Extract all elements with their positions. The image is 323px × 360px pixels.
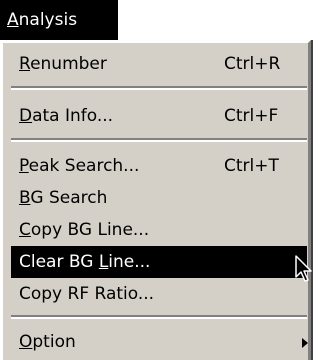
accel-letter: D bbox=[19, 106, 33, 126]
menu-item-label: ata Info... bbox=[32, 106, 114, 126]
menu-item-renumber[interactable]: Renumber Ctrl+R bbox=[11, 48, 307, 80]
menu-item-shortcut: Ctrl+R bbox=[224, 54, 281, 74]
accel-letter: C bbox=[19, 220, 31, 240]
menu-item-label: enumber bbox=[30, 54, 107, 74]
menu-item-data-info[interactable]: Data Info... Ctrl+F bbox=[11, 100, 307, 132]
menu-title-rest: nalysis bbox=[18, 10, 78, 30]
submenu-arrow-icon bbox=[302, 338, 308, 348]
menu-item-label: ine... bbox=[108, 252, 151, 272]
accel-letter: R bbox=[19, 54, 31, 74]
analysis-dropdown-menu: Renumber Ctrl+R Data Info... Ctrl+F Peak… bbox=[0, 40, 311, 360]
menu-item-shortcut: Ctrl+T bbox=[224, 156, 279, 176]
menu-item-label: Copy RF Ratio... bbox=[19, 284, 155, 304]
menu-item-option[interactable]: Option bbox=[11, 326, 308, 358]
menu-item-clear-bg-line[interactable]: Clear BG Line... bbox=[11, 246, 307, 278]
menu-item-label: ption bbox=[32, 332, 76, 352]
menu-separator bbox=[11, 315, 307, 319]
menu-item-copy-rf-ratio[interactable]: Copy RF Ratio... bbox=[11, 278, 307, 310]
accel-letter: O bbox=[19, 332, 33, 352]
menu-item-peak-search[interactable]: Peak Search... Ctrl+T bbox=[11, 150, 307, 182]
menu-item-label-prefix: Clear BG bbox=[19, 252, 99, 272]
menu-item-shortcut: Ctrl+F bbox=[224, 106, 279, 126]
menu-title-accel: A bbox=[7, 10, 19, 30]
menu-item-label: opy BG Line... bbox=[30, 220, 150, 240]
menu-separator bbox=[11, 86, 307, 90]
mouse-pointer-icon bbox=[295, 255, 312, 282]
menu-item-label: eak Search... bbox=[28, 156, 140, 176]
accel-letter: P bbox=[19, 156, 29, 176]
accel-letter: L bbox=[98, 252, 109, 272]
menu-separator bbox=[11, 138, 307, 142]
menu-title-analysis[interactable]: Analysis bbox=[0, 0, 118, 40]
menu-item-copy-bg-line[interactable]: Copy BG Line... bbox=[11, 214, 307, 246]
menu-item-bg-search[interactable]: BG Search bbox=[11, 182, 307, 214]
accel-letter: B bbox=[19, 188, 31, 208]
menu-item-label: G Search bbox=[30, 188, 108, 208]
